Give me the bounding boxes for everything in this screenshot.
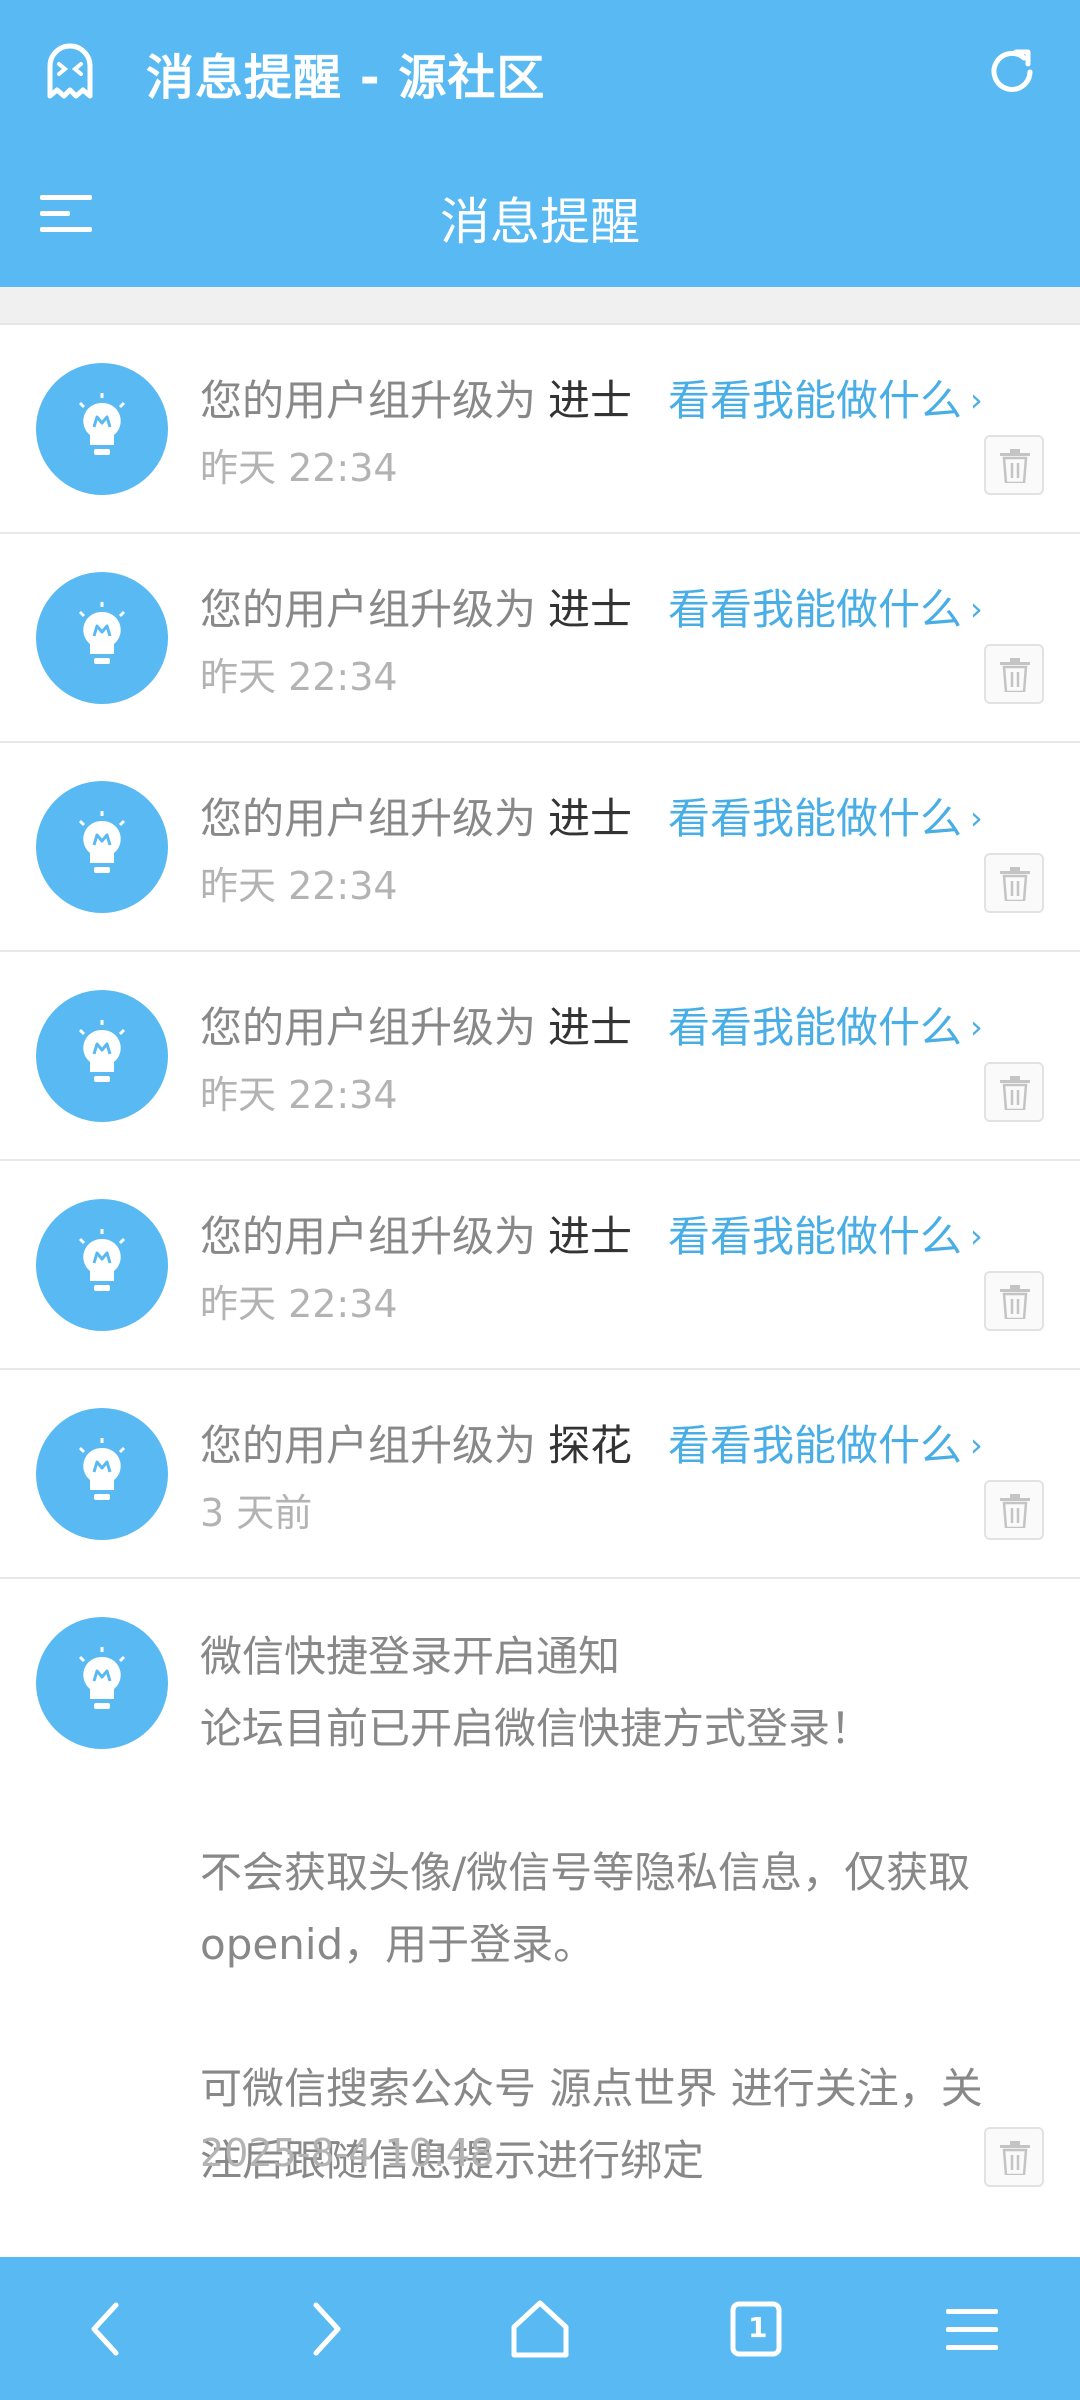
notification-prefix: 您的用户组升级为 bbox=[200, 1003, 537, 1052]
what-can-i-do-link[interactable]: 看看我能做什么 bbox=[668, 1003, 962, 1052]
system-avatar bbox=[36, 363, 168, 495]
notification-item[interactable]: 您的用户组升级为 进士 看看我能做什么 › 昨天 22:34 bbox=[0, 743, 1080, 952]
ghost-logo-icon[interactable] bbox=[40, 40, 100, 100]
lightbulb-icon bbox=[78, 1229, 126, 1291]
user-group-name: 进士 bbox=[548, 1003, 633, 1052]
section-gap bbox=[0, 287, 1080, 325]
notice-line: 不会获取头像/微信号等隐私信息，仅获取 bbox=[200, 1848, 971, 1897]
app-bar: 消息提醒 - 源社区 bbox=[0, 0, 1080, 140]
lightbulb-icon bbox=[78, 1647, 126, 1709]
trash-icon bbox=[1000, 1285, 1030, 1319]
notification-item[interactable]: 您的用户组升级为 探花 看看我能做什么 › 3 天前 bbox=[0, 1370, 1080, 1579]
notification-prefix: 您的用户组升级为 bbox=[200, 1212, 537, 1261]
system-avatar bbox=[36, 1408, 168, 1540]
system-avatar bbox=[36, 990, 168, 1122]
notification-time: 3 天前 bbox=[200, 1491, 313, 1535]
chevron-right-icon: › bbox=[970, 799, 983, 837]
notification-time: 2025-8-4 10:48 bbox=[200, 2131, 495, 2175]
user-group-name: 进士 bbox=[548, 1212, 633, 1261]
notification-time: 昨天 22:34 bbox=[200, 446, 398, 490]
notification-body: 微信快捷登录开启通知 论坛目前已开启微信快捷方式登录！ 不会获取头像/微信号等隐… bbox=[200, 1621, 1040, 2197]
chevron-right-icon: › bbox=[970, 590, 983, 628]
trash-icon bbox=[1000, 2141, 1030, 2175]
delete-button[interactable] bbox=[984, 1480, 1044, 1540]
notification-item[interactable]: 您的用户组升级为 进士 看看我能做什么 › 昨天 22:34 bbox=[0, 952, 1080, 1161]
delete-button[interactable] bbox=[984, 853, 1044, 913]
notification-time: 昨天 22:34 bbox=[200, 1073, 398, 1117]
notice-line: openid，用于登录。 bbox=[200, 1920, 596, 1969]
tabs-button[interactable]: 1 bbox=[720, 2293, 792, 2365]
notification-text: 您的用户组升级为 进士 看看我能做什么 › bbox=[200, 1203, 983, 1264]
delete-button[interactable] bbox=[984, 2127, 1044, 2187]
menu-icon[interactable] bbox=[936, 2293, 1008, 2365]
notification-item-wechat-login[interactable]: 微信快捷登录开启通知 论坛目前已开启微信快捷方式登录！ 不会获取头像/微信号等隐… bbox=[0, 1579, 1080, 2187]
what-can-i-do-link[interactable]: 看看我能做什么 bbox=[668, 376, 962, 425]
back-icon[interactable] bbox=[72, 2293, 144, 2365]
system-avatar bbox=[36, 1199, 168, 1331]
chevron-right-icon: › bbox=[970, 1217, 983, 1255]
delete-button[interactable] bbox=[984, 644, 1044, 704]
what-can-i-do-link[interactable]: 看看我能做什么 bbox=[668, 585, 962, 634]
notification-prefix: 您的用户组升级为 bbox=[200, 1421, 537, 1470]
lightbulb-icon bbox=[78, 811, 126, 873]
notification-prefix: 您的用户组升级为 bbox=[200, 585, 537, 634]
notification-text: 您的用户组升级为 探花 看看我能做什么 › bbox=[200, 1412, 983, 1473]
user-group-name: 进士 bbox=[548, 585, 633, 634]
notice-title: 微信快捷登录开启通知 bbox=[200, 1632, 621, 1681]
bottom-toolbar: 1 bbox=[0, 2257, 1080, 2400]
page-header: 消息提醒 bbox=[0, 140, 1080, 287]
system-avatar bbox=[36, 781, 168, 913]
notification-prefix: 您的用户组升级为 bbox=[200, 794, 537, 843]
lightbulb-icon bbox=[78, 1438, 126, 1500]
system-avatar bbox=[36, 572, 168, 704]
trash-icon bbox=[1000, 867, 1030, 901]
lightbulb-icon bbox=[78, 393, 126, 455]
home-icon[interactable] bbox=[504, 2293, 576, 2365]
trash-icon bbox=[1000, 449, 1030, 483]
trash-icon bbox=[1000, 1076, 1030, 1110]
notification-item[interactable]: 您的用户组升级为 进士 看看我能做什么 › 昨天 22:34 bbox=[0, 534, 1080, 743]
lightbulb-icon bbox=[78, 602, 126, 664]
refresh-icon[interactable] bbox=[984, 44, 1040, 100]
system-avatar bbox=[36, 1617, 168, 1749]
delete-button[interactable] bbox=[984, 435, 1044, 495]
chevron-right-icon: › bbox=[970, 381, 983, 419]
delete-button[interactable] bbox=[984, 1271, 1044, 1331]
notification-prefix: 您的用户组升级为 bbox=[200, 376, 537, 425]
notification-time: 昨天 22:34 bbox=[200, 1282, 398, 1326]
tab-count: 1 bbox=[748, 2311, 768, 2344]
user-group-name: 进士 bbox=[548, 376, 633, 425]
forward-icon[interactable] bbox=[288, 2293, 360, 2365]
chevron-right-icon: › bbox=[970, 1426, 983, 1464]
notification-text: 您的用户组升级为 进士 看看我能做什么 › bbox=[200, 994, 983, 1055]
notification-time: 昨天 22:34 bbox=[200, 655, 398, 699]
notification-time: 昨天 22:34 bbox=[200, 864, 398, 908]
what-can-i-do-link[interactable]: 看看我能做什么 bbox=[668, 794, 962, 843]
app-title: 消息提醒 - 源社区 bbox=[146, 50, 546, 106]
notification-text: 您的用户组升级为 进士 看看我能做什么 › bbox=[200, 367, 983, 428]
chevron-right-icon: › bbox=[970, 1008, 983, 1046]
delete-button[interactable] bbox=[984, 1062, 1044, 1122]
user-group-name: 进士 bbox=[548, 794, 633, 843]
notification-item[interactable]: 您的用户组升级为 进士 看看我能做什么 › 昨天 22:34 bbox=[0, 1161, 1080, 1370]
notification-text: 您的用户组升级为 进士 看看我能做什么 › bbox=[200, 785, 983, 846]
what-can-i-do-link[interactable]: 看看我能做什么 bbox=[668, 1212, 962, 1261]
what-can-i-do-link[interactable]: 看看我能做什么 bbox=[668, 1421, 962, 1470]
trash-icon bbox=[1000, 658, 1030, 692]
notice-line: 论坛目前已开启微信快捷方式登录！ bbox=[200, 1704, 873, 1753]
notification-list: 您的用户组升级为 进士 看看我能做什么 › 昨天 22:34 您的用户组升级为 … bbox=[0, 325, 1080, 2187]
lightbulb-icon bbox=[78, 1020, 126, 1082]
trash-icon bbox=[1000, 1494, 1030, 1528]
notification-item[interactable]: 您的用户组升级为 进士 看看我能做什么 › 昨天 22:34 bbox=[0, 325, 1080, 534]
user-group-name: 探花 bbox=[548, 1421, 633, 1470]
notification-text: 您的用户组升级为 进士 看看我能做什么 › bbox=[200, 576, 983, 637]
page-title: 消息提醒 bbox=[440, 193, 640, 251]
notice-line: 可微信搜索公众号 源点世界 进行关注，关 bbox=[200, 2064, 983, 2113]
